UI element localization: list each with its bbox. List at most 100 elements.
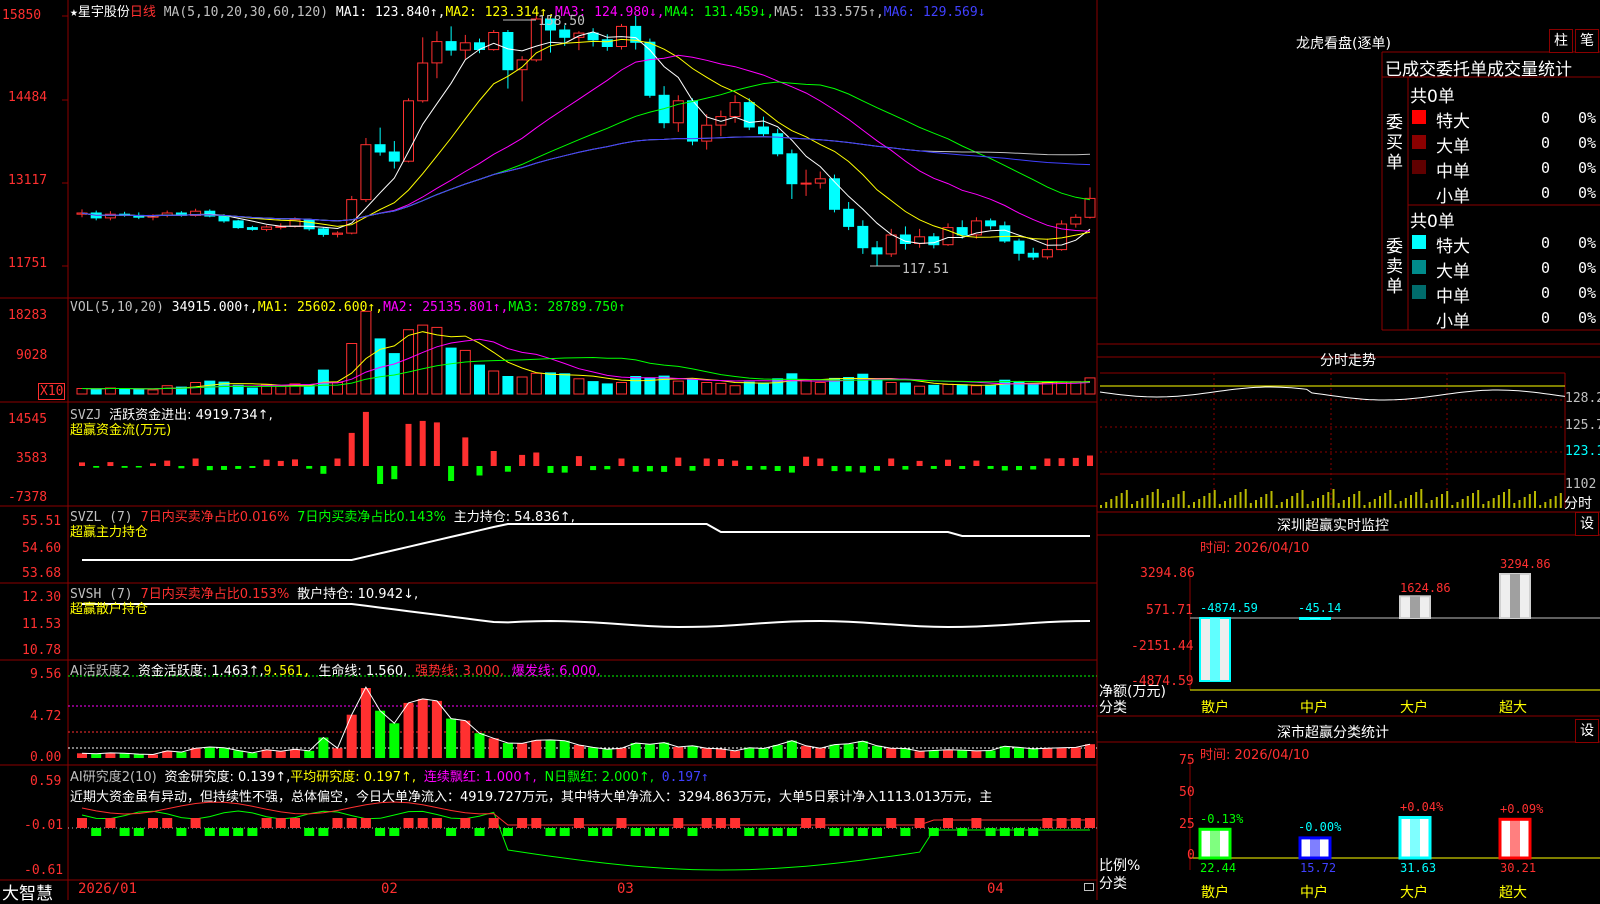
period-label[interactable]: 日线 xyxy=(130,5,156,20)
intraday-volume-bar xyxy=(1456,502,1459,508)
intraday-volume-bar xyxy=(1280,502,1283,508)
active-bar xyxy=(360,688,371,758)
volume-bar xyxy=(530,372,542,395)
lock-icon[interactable] xyxy=(1084,883,1094,891)
classify-value-1: 15.72 xyxy=(1300,861,1337,875)
research-bar xyxy=(786,828,797,836)
monitor-settings-button[interactable]: 设 xyxy=(1575,512,1599,536)
ma5-value: MA5: 133.575↑, xyxy=(774,5,884,20)
ma1-value: MA1: 123.840↑, xyxy=(335,5,446,20)
buy-row-count: 0 xyxy=(1541,184,1551,202)
stock-name[interactable]: 星宇股份 xyxy=(78,5,130,20)
classify-tick-2: 25 xyxy=(1179,817,1195,832)
intraday-unit[interactable]: 分时 xyxy=(1564,493,1592,513)
intraday-tick-2: 123.1 xyxy=(1565,444,1600,459)
classify-settings-button[interactable]: 设 xyxy=(1575,719,1599,743)
research-d: N日飘红: 2.000↑, xyxy=(544,770,654,785)
classify-cat-3: 超大 xyxy=(1499,885,1527,901)
research-b: 平均研究度: 0.197↑, xyxy=(290,770,417,785)
candle-body xyxy=(559,29,571,38)
intraday-volume-bar xyxy=(1534,491,1536,508)
buy-color-swatch xyxy=(1412,185,1426,199)
classify-tick-3: 0 xyxy=(1187,848,1195,863)
research-bar xyxy=(375,828,386,836)
research-e: 0.197↑ xyxy=(661,770,709,785)
intraday-volume-bar xyxy=(1518,500,1521,508)
research-bar xyxy=(999,828,1010,836)
svzj-bar xyxy=(433,422,440,466)
svzj-bar xyxy=(859,466,866,473)
sell-row-label: 特大 xyxy=(1436,237,1470,257)
active-bar xyxy=(304,750,315,758)
research-bar xyxy=(460,818,471,828)
intraday-tick-3: 1102 xyxy=(1565,477,1597,492)
research-bar xyxy=(843,828,854,836)
candle-body xyxy=(474,42,485,50)
intraday-volume-bar xyxy=(1146,495,1149,508)
volume-bar xyxy=(715,382,727,395)
ma3-line xyxy=(81,54,1091,232)
classify-change-1: -0.00% xyxy=(1298,820,1342,834)
active-bar xyxy=(673,747,684,758)
intraday-volume-bar xyxy=(1559,493,1562,508)
sell-side-label: 委卖单 xyxy=(1386,237,1403,297)
monitor-value-1: -45.14 xyxy=(1298,601,1342,615)
svsh-tick-2: 10.78 xyxy=(22,643,62,658)
svzj-bar xyxy=(703,458,710,466)
research-bar xyxy=(673,818,684,828)
buy-row-pct: 0% xyxy=(1578,159,1597,177)
volume-bar xyxy=(516,376,528,395)
intraday-volume-bar xyxy=(1549,499,1552,508)
svzj-tick-2: -7378 xyxy=(8,490,48,505)
price-tick-3: 11751 xyxy=(8,256,48,271)
volume-bar xyxy=(999,379,1011,395)
sell-row-count: 0 xyxy=(1541,309,1551,327)
svzj-bar xyxy=(604,466,611,470)
intraday-volume-bar xyxy=(1311,501,1314,508)
active-bar xyxy=(91,753,102,758)
svzj-sub: 超赢资金流(万元) xyxy=(70,423,172,438)
intraday-volume-bar xyxy=(1224,501,1226,508)
active-bar xyxy=(1070,747,1081,758)
star-icon[interactable]: ★ xyxy=(70,5,78,20)
price-tick-2: 13117 xyxy=(8,173,48,188)
volume-bar xyxy=(814,382,826,395)
research-bar xyxy=(389,828,400,836)
svsh-sub: 超赢散户持仓 xyxy=(70,602,149,617)
active-tick-2: 0.00 xyxy=(30,750,62,765)
monitor-bar-shade xyxy=(1310,618,1320,619)
svzj-bar xyxy=(732,460,739,466)
active-a: 资金活跃度: 1.463↑, xyxy=(137,664,264,679)
research-bar xyxy=(730,818,741,828)
intraday-volume-bar xyxy=(1265,494,1268,508)
svzj-bar xyxy=(306,466,313,469)
research-bar xyxy=(715,818,726,828)
volume-bar xyxy=(303,385,315,395)
research-bar xyxy=(204,828,215,836)
candle-body xyxy=(1041,249,1053,258)
candle-body xyxy=(843,208,855,227)
intraday-volume-bar xyxy=(1373,499,1376,508)
svzj-bar xyxy=(803,456,810,466)
bar-mode-button[interactable]: 柱 xyxy=(1549,29,1573,53)
svzj-bar xyxy=(746,466,753,470)
intraday-volume-bar xyxy=(1461,499,1464,508)
monitor-time: 时间: 2026/04/10 xyxy=(1200,541,1310,556)
research-bar xyxy=(304,828,315,836)
active-bar xyxy=(644,744,655,758)
tick-mode-button[interactable]: 笔 xyxy=(1575,29,1599,53)
research-tick-2: -0.61 xyxy=(24,863,64,878)
active-bar xyxy=(233,750,244,758)
volume-bar xyxy=(502,376,514,395)
active-bar xyxy=(417,698,428,758)
intraday-volume-bar xyxy=(1368,502,1371,508)
active-bar xyxy=(1056,747,1067,758)
research-bar xyxy=(517,818,528,828)
svzl-a: 7日内买卖净占比0.016% xyxy=(140,510,290,525)
vol-ma2-line xyxy=(81,338,1091,390)
buy-row-label: 特大 xyxy=(1436,112,1470,132)
volume-bar xyxy=(942,383,954,395)
research-bar xyxy=(801,818,812,828)
monitor-tick-2: -2151.44 xyxy=(1131,639,1194,654)
research-bar xyxy=(659,828,670,836)
